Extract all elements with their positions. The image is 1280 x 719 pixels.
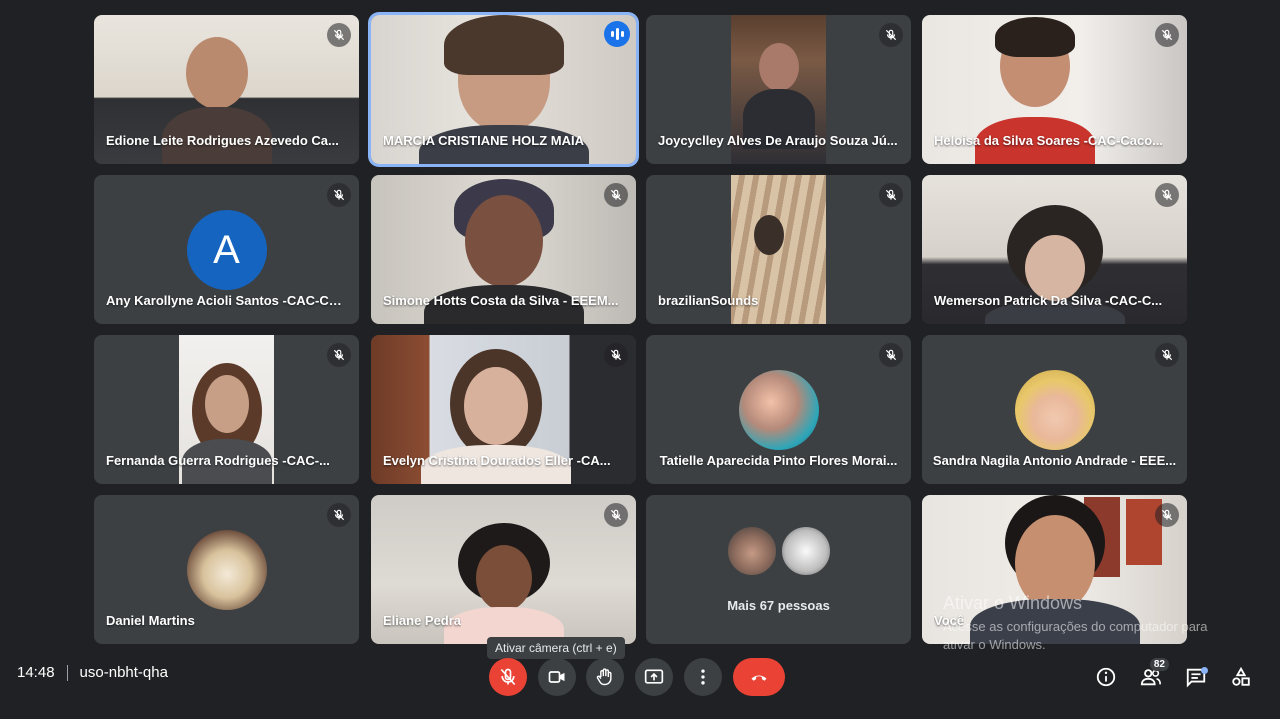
mic-off-icon bbox=[1155, 183, 1179, 207]
camera-off-icon bbox=[548, 671, 565, 683]
speaking-indicator-icon bbox=[604, 21, 630, 47]
call-end-icon bbox=[751, 675, 767, 681]
meeting-code: uso-nbht-qha bbox=[79, 664, 168, 681]
mic-off-icon bbox=[327, 23, 351, 47]
participant-tile[interactable]: Evelyn Cristina Dourados Eller -CA... bbox=[371, 335, 636, 484]
activities-button[interactable] bbox=[1221, 657, 1261, 697]
divider bbox=[66, 664, 68, 681]
mic-off-icon bbox=[1155, 23, 1179, 47]
participant-tile[interactable]: Tatielle Aparecida Pinto Flores Morai... bbox=[646, 335, 911, 484]
participant-name: Evelyn Cristina Dourados Eller -CA... bbox=[383, 453, 611, 468]
participant-name: Edione Leite Rodrigues Azevedo Ca... bbox=[106, 133, 339, 148]
participant-tile[interactable]: Edione Leite Rodrigues Azevedo Ca... bbox=[94, 15, 359, 164]
avatar bbox=[779, 525, 832, 577]
mic-off-icon bbox=[327, 503, 351, 527]
participant-tile[interactable]: A Any Karollyne Acioli Santos -CAC-Ca... bbox=[94, 175, 359, 324]
more-options-button[interactable] bbox=[684, 658, 722, 696]
mic-off-icon bbox=[879, 343, 903, 367]
participant-name: Fernanda Guerra Rodrigues -CAC-... bbox=[106, 453, 330, 468]
participant-count-badge: 82 bbox=[1149, 658, 1169, 671]
participant-name: Tatielle Aparecida Pinto Flores Morai... bbox=[659, 453, 898, 468]
leave-call-button[interactable] bbox=[733, 658, 785, 696]
more-participants-label: Mais 67 pessoas bbox=[727, 598, 830, 613]
mic-off-icon bbox=[327, 343, 351, 367]
participant-name: MARCIA CRISTIANE HOLZ MAIA bbox=[383, 133, 585, 148]
mic-off-icon bbox=[604, 183, 628, 207]
participant-tile[interactable]: Eliane Pedra bbox=[371, 495, 636, 644]
present-screen-icon bbox=[644, 669, 664, 684]
mic-off-icon bbox=[1155, 503, 1179, 527]
info-icon bbox=[1096, 667, 1116, 687]
mic-off-icon bbox=[604, 503, 628, 527]
avatar bbox=[1014, 370, 1095, 450]
participant-name: Daniel Martins bbox=[106, 613, 195, 628]
avatar bbox=[186, 530, 267, 610]
mic-off-icon bbox=[879, 23, 903, 47]
participant-tile[interactable]: Joycyclley Alves De Araujo Souza Jú... bbox=[646, 15, 911, 164]
avatar: A bbox=[186, 210, 267, 290]
participant-tile[interactable]: brazilianSounds bbox=[646, 175, 911, 324]
participant-tile[interactable]: Simone Hotts Costa da Silva - EEEM... bbox=[371, 175, 636, 324]
toggle-mic-button[interactable] bbox=[489, 658, 527, 696]
participant-tile-active-speaker[interactable]: MARCIA CRISTIANE HOLZ MAIA bbox=[371, 15, 636, 164]
participant-name: Heloisa da Silva Soares -CAC-Caco... bbox=[934, 133, 1164, 148]
toggle-camera-button[interactable] bbox=[538, 658, 576, 696]
participant-tile[interactable]: Wemerson Patrick Da Silva -CAC-C... bbox=[922, 175, 1187, 324]
meeting-info: 14:48 uso-nbht-qha bbox=[17, 664, 168, 681]
participant-name: Eliane Pedra bbox=[383, 613, 462, 628]
more-participants-tile[interactable]: Mais 67 pessoas bbox=[646, 495, 911, 644]
mic-off-icon bbox=[604, 343, 628, 367]
participant-tile[interactable]: Sandra Nagila Antonio Andrade - EEE... bbox=[922, 335, 1187, 484]
activities-icon bbox=[1232, 666, 1250, 686]
participant-name: Any Karollyne Acioli Santos -CAC-Ca... bbox=[106, 293, 346, 308]
mic-off-icon bbox=[879, 183, 903, 207]
participant-name: Simone Hotts Costa da Silva - EEEM... bbox=[383, 293, 619, 308]
participant-tile[interactable]: Heloisa da Silva Soares -CAC-Caco... bbox=[922, 15, 1187, 164]
participant-tile[interactable]: Fernanda Guerra Rodrigues -CAC-... bbox=[94, 335, 359, 484]
avatar bbox=[725, 525, 778, 577]
avatar bbox=[738, 370, 819, 450]
meeting-time: 14:48 bbox=[17, 664, 55, 681]
participant-name: Wemerson Patrick Da Silva -CAC-C... bbox=[934, 293, 1163, 308]
more-vert-icon bbox=[701, 669, 705, 685]
present-screen-button[interactable] bbox=[635, 658, 673, 696]
raise-hand-icon bbox=[596, 668, 612, 686]
participant-name: brazilianSounds bbox=[658, 293, 759, 308]
raise-hand-button[interactable] bbox=[586, 658, 624, 696]
mic-off-icon bbox=[1155, 343, 1179, 367]
participant-tile[interactable]: Daniel Martins bbox=[94, 495, 359, 644]
mic-off-icon bbox=[327, 183, 351, 207]
participant-name: Sandra Nagila Antonio Andrade - EEE... bbox=[932, 453, 1177, 468]
notification-dot bbox=[1201, 667, 1208, 674]
mic-off-icon bbox=[500, 668, 516, 686]
meeting-details-button[interactable] bbox=[1086, 657, 1126, 697]
participant-name: Joycyclley Alves De Araujo Souza Jú... bbox=[658, 133, 898, 148]
meeting-control-bar: 14:48 uso-nbht-qha 82 bbox=[0, 641, 1280, 719]
participants-button[interactable]: 82 bbox=[1131, 657, 1171, 697]
chat-button[interactable] bbox=[1176, 657, 1216, 697]
watermark-title: Ativar o Windows bbox=[943, 593, 1083, 613]
more-participants-avatars bbox=[725, 525, 832, 577]
